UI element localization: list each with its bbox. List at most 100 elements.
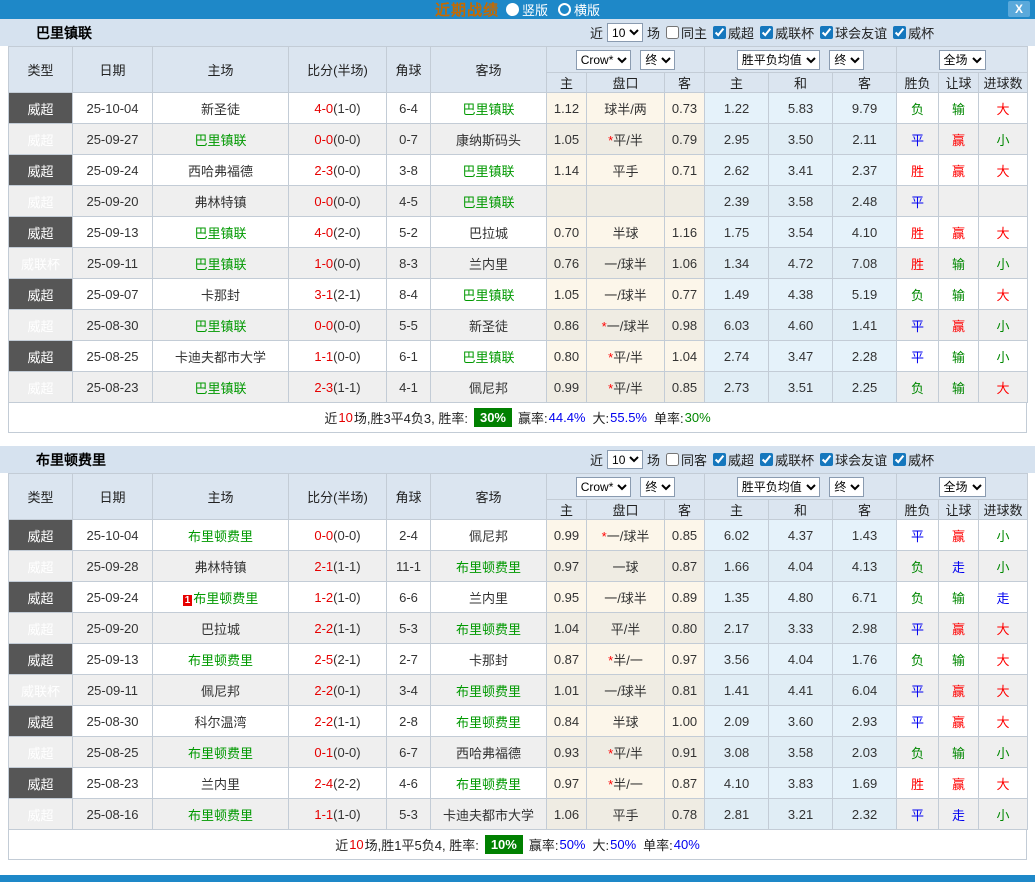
summary-big-label: 大: bbox=[593, 408, 610, 427]
halftime-score: (1-1) bbox=[333, 621, 360, 636]
match-row[interactable]: 威超25-08-25卡迪夫都市大学1-1(0-0)6-1巴里镇联0.80*平/半… bbox=[9, 341, 1028, 372]
match-row[interactable]: 威超25-09-20弗林特镇0-0(0-0)4-5巴里镇联2.393.582.4… bbox=[9, 186, 1028, 217]
match-row[interactable]: 威超25-10-04新圣徒4-0(1-0)6-4巴里镇联1.12球半/两0.73… bbox=[9, 93, 1028, 124]
match-row[interactable]: 威超25-10-04布里顿费里0-0(0-0)2-4佩尼邦0.99*一/球半0.… bbox=[9, 520, 1028, 551]
ah-home-odds: 0.76 bbox=[547, 248, 587, 279]
recent-count-select[interactable]: 10 bbox=[607, 23, 643, 42]
match-row[interactable]: 威超25-08-30巴里镇联0-0(0-0)5-5新圣徒0.86*一/球半0.9… bbox=[9, 310, 1028, 341]
col-ah-line: 盘口 bbox=[587, 500, 665, 520]
ah-away-odds: 1.06 bbox=[665, 248, 705, 279]
avg-home-odds: 2.17 bbox=[705, 613, 769, 644]
match-row[interactable]: 威超25-08-25布里顿费里0-1(0-0)6-7西哈弗福德0.93*平/半0… bbox=[9, 737, 1028, 768]
match-row[interactable]: 威联杯25-09-11巴里镇联1-0(0-0)8-3兰内里0.76一/球半1.0… bbox=[9, 248, 1028, 279]
odds-company-select[interactable]: Crow* bbox=[576, 477, 631, 497]
away-team-name: 巴里镇联 bbox=[462, 288, 514, 303]
match-row[interactable]: 威超25-09-28弗林特镇2-1(1-1)11-1布里顿费里0.97一球0.8… bbox=[9, 551, 1028, 582]
match-row[interactable]: 威超25-09-13布里顿费里2-5(2-1)2-7卡那封0.87*半/一0.9… bbox=[9, 644, 1028, 675]
avg-stage-select[interactable]: 终 bbox=[829, 50, 864, 70]
summary-record: 场,胜3平4负3, 胜率: bbox=[354, 408, 468, 427]
match-row[interactable]: 威超25-09-27巴里镇联0-0(0-0)0-7康纳斯码头1.05*平/半0.… bbox=[9, 124, 1028, 155]
ah-line: 平/半 bbox=[613, 381, 643, 396]
same-venue-checkbox[interactable]: 同主 bbox=[662, 23, 707, 42]
layout-radio-vertical[interactable]: 竖版 bbox=[506, 0, 548, 19]
same-venue-checkbox[interactable]: 同客 bbox=[662, 450, 707, 469]
match-date: 25-09-20 bbox=[73, 613, 153, 644]
match-row[interactable]: 威超25-08-30科尔温湾2-2(1-1)2-8布里顿费里0.84半球1.00… bbox=[9, 706, 1028, 737]
fulltime-score: 1-0 bbox=[314, 256, 333, 271]
league-checkbox-4[interactable]: 威杯 bbox=[889, 450, 934, 469]
avg-odds-select[interactable]: 胜平负均值 bbox=[737, 50, 820, 70]
halftime-score: (0-0) bbox=[333, 349, 360, 364]
avg-stage-select[interactable]: 终 bbox=[829, 477, 864, 497]
ah-away-odds: 0.89 bbox=[665, 582, 705, 613]
fulltime-scope-select[interactable]: 全场 bbox=[939, 477, 986, 497]
ah-line-cell: 平手 bbox=[587, 155, 665, 186]
avg-home-odds: 1.49 bbox=[705, 279, 769, 310]
league-checkbox-2[interactable]: 威联杯 bbox=[756, 23, 814, 42]
league-checkbox-1[interactable]: 威超 bbox=[709, 23, 754, 42]
corner-cell: 4-1 bbox=[387, 372, 431, 403]
league-checkbox-3[interactable]: 球会友谊 bbox=[816, 450, 887, 469]
halftime-score: (0-0) bbox=[333, 318, 360, 333]
match-row[interactable]: 威超25-09-24西哈弗福德2-3(0-0)3-8巴里镇联1.14平手0.71… bbox=[9, 155, 1028, 186]
odds-company-select[interactable]: Crow* bbox=[576, 50, 631, 70]
col-result-handicap: 让球 bbox=[939, 500, 979, 520]
ah-line-cell: 一/球半 bbox=[587, 279, 665, 310]
summary-near: 近 bbox=[324, 408, 337, 427]
result-wdl: 平 bbox=[897, 186, 939, 217]
ah-line-cell: 平手 bbox=[587, 799, 665, 830]
result-goals bbox=[979, 186, 1028, 217]
match-row[interactable]: 威超25-09-13巴里镇联4-0(2-0)5-2巴拉城0.70半球1.161.… bbox=[9, 217, 1028, 248]
avg-away-odds: 2.93 bbox=[833, 706, 897, 737]
result-wdl: 胜 bbox=[897, 768, 939, 799]
score-cell: 2-2(0-1) bbox=[289, 675, 387, 706]
away-team-name: 佩尼邦 bbox=[469, 381, 508, 396]
corner-cell: 2-4 bbox=[387, 520, 431, 551]
league-checkbox-2[interactable]: 威联杯 bbox=[756, 450, 814, 469]
result-goals: 大 bbox=[979, 217, 1028, 248]
away-team-cell: 卡那封 bbox=[431, 644, 547, 675]
close-icon[interactable]: X bbox=[1008, 1, 1030, 17]
summary-win-value: 44.4% bbox=[549, 410, 586, 425]
ah-home-odds: 1.12 bbox=[547, 93, 587, 124]
avg-away-odds: 1.43 bbox=[833, 520, 897, 551]
ah-away-odds: 0.87 bbox=[665, 768, 705, 799]
avg-draw-odds: 3.60 bbox=[769, 706, 833, 737]
filter-bar: 近 10 场 同客 威超 威联杯 球会友谊 威杯 bbox=[590, 450, 934, 469]
match-row[interactable]: 威联杯25-09-11佩尼邦2-2(0-1)3-4布里顿费里1.01一/球半0.… bbox=[9, 675, 1028, 706]
col-odds-home: 主 bbox=[705, 500, 769, 520]
match-row[interactable]: 威超25-09-20巴拉城2-2(1-1)5-3布里顿费里1.04平/半0.80… bbox=[9, 613, 1028, 644]
result-goals: 小 bbox=[979, 310, 1028, 341]
summary-record: 场,胜1平5负4, 胜率: bbox=[365, 835, 479, 854]
home-team-cell: 弗林特镇 bbox=[153, 551, 289, 582]
odds-stage-select[interactable]: 终 bbox=[640, 50, 675, 70]
layout-radio-horizontal[interactable]: 横版 bbox=[558, 0, 600, 19]
ah-line-cell: *一/球半 bbox=[587, 520, 665, 551]
away-team-name: 布里顿费里 bbox=[456, 715, 521, 730]
avg-home-odds: 1.66 bbox=[705, 551, 769, 582]
dialog-titlebar: 近期战绩 竖版 横版 X bbox=[0, 0, 1035, 19]
recent-count-select[interactable]: 10 bbox=[607, 450, 643, 469]
fulltime-scope-select[interactable]: 全场 bbox=[939, 50, 986, 70]
home-team-cell: 卡那封 bbox=[153, 279, 289, 310]
fulltime-score: 2-1 bbox=[314, 559, 333, 574]
result-handicap: 走 bbox=[939, 799, 979, 830]
league-checkbox-3[interactable]: 球会友谊 bbox=[816, 23, 887, 42]
match-row[interactable]: 威超25-09-241布里顿费里1-2(1-0)6-6兰内里0.95一/球半0.… bbox=[9, 582, 1028, 613]
match-row[interactable]: 威超25-09-07卡那封3-1(2-1)8-4巴里镇联1.05一/球半0.77… bbox=[9, 279, 1028, 310]
match-row[interactable]: 威超25-08-16布里顿费里1-1(1-0)5-3卡迪夫都市大学1.06平手0… bbox=[9, 799, 1028, 830]
avg-odds-select[interactable]: 胜平负均值 bbox=[737, 477, 820, 497]
corner-cell: 2-8 bbox=[387, 706, 431, 737]
result-goals: 小 bbox=[979, 520, 1028, 551]
match-date: 25-08-25 bbox=[73, 341, 153, 372]
match-date: 25-09-28 bbox=[73, 551, 153, 582]
score-cell: 1-2(1-0) bbox=[289, 582, 387, 613]
match-row[interactable]: 威超25-08-23兰内里2-4(2-2)4-6布里顿费里0.97*半/一0.8… bbox=[9, 768, 1028, 799]
team-section-2: 布里顿费里 近 10 场 同客 威超 威联杯 球会友谊 威杯 bbox=[0, 446, 1035, 873]
ah-line: 半/一 bbox=[613, 777, 643, 792]
away-team-cell: 卡迪夫都市大学 bbox=[431, 799, 547, 830]
match-row[interactable]: 威超25-08-23巴里镇联2-3(1-1)4-1佩尼邦0.99*平/半0.85… bbox=[9, 372, 1028, 403]
odds-stage-select[interactable]: 终 bbox=[640, 477, 675, 497]
league-checkbox-1[interactable]: 威超 bbox=[709, 450, 754, 469]
league-checkbox-4[interactable]: 威杯 bbox=[889, 23, 934, 42]
